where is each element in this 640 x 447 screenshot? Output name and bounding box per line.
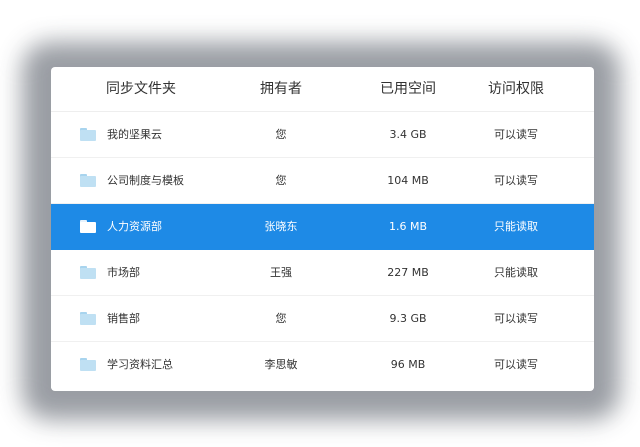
folder-icon (80, 266, 96, 279)
sync-folders-panel: 同步文件夹 拥有者 已用空间 访问权限 我的坚果云 您 3.4 GB 可以读写 … (51, 67, 594, 391)
folder-icon (80, 312, 96, 325)
table-row[interactable]: 学习资料汇总 李思敏 96 MB 可以读写 (51, 342, 594, 388)
folder-name: 公司制度与模板 (107, 174, 184, 187)
folder-owner: 您 (275, 174, 287, 187)
table-row[interactable]: 市场部 王强 227 MB 只能读取 (51, 250, 594, 296)
folder-permission: 只能读取 (494, 266, 538, 279)
folder-used-space: 104 MB (387, 174, 429, 187)
folder-used-space: 96 MB (390, 358, 426, 371)
table-row[interactable]: 我的坚果云 您 3.4 GB 可以读写 (51, 112, 594, 158)
folder-permission: 可以读写 (494, 358, 538, 371)
column-header-owner[interactable]: 拥有者 (246, 67, 316, 112)
folder-name: 人力资源部 (107, 220, 162, 233)
table-row[interactable]: 销售部 您 9.3 GB 可以读写 (51, 296, 594, 342)
folder-name: 我的坚果云 (107, 128, 162, 141)
folder-owner: 您 (275, 128, 287, 141)
column-header-permission[interactable]: 访问权限 (476, 67, 556, 112)
folder-icon (80, 358, 96, 371)
folder-owner: 张晓东 (264, 220, 298, 233)
table-header: 同步文件夹 拥有者 已用空间 访问权限 (51, 67, 594, 112)
column-header-used-space[interactable]: 已用空间 (370, 67, 446, 112)
folder-icon (80, 128, 96, 141)
folder-owner: 王强 (270, 266, 292, 279)
folder-name: 销售部 (107, 312, 140, 325)
table-row-selected[interactable]: 人力资源部 张晓东 1.6 MB 只能读取 (51, 204, 594, 250)
folder-used-space: 1.6 MB (388, 220, 428, 233)
folder-permission: 只能读取 (494, 220, 538, 233)
folder-permission: 可以读写 (494, 174, 538, 187)
folder-used-space: 3.4 GB (389, 128, 427, 141)
folder-permission: 可以读写 (494, 312, 538, 325)
folder-icon (80, 174, 96, 187)
folder-owner: 李思敏 (264, 358, 298, 371)
folder-name: 市场部 (107, 266, 140, 279)
folder-owner: 您 (275, 312, 287, 325)
folder-icon (80, 220, 96, 233)
folder-permission: 可以读写 (494, 128, 538, 141)
table-row[interactable]: 公司制度与模板 您 104 MB 可以读写 (51, 158, 594, 204)
folder-name: 学习资料汇总 (107, 358, 173, 371)
column-header-folder[interactable]: 同步文件夹 (106, 67, 176, 112)
folder-used-space: 227 MB (387, 266, 429, 279)
folder-used-space: 9.3 GB (389, 312, 427, 325)
